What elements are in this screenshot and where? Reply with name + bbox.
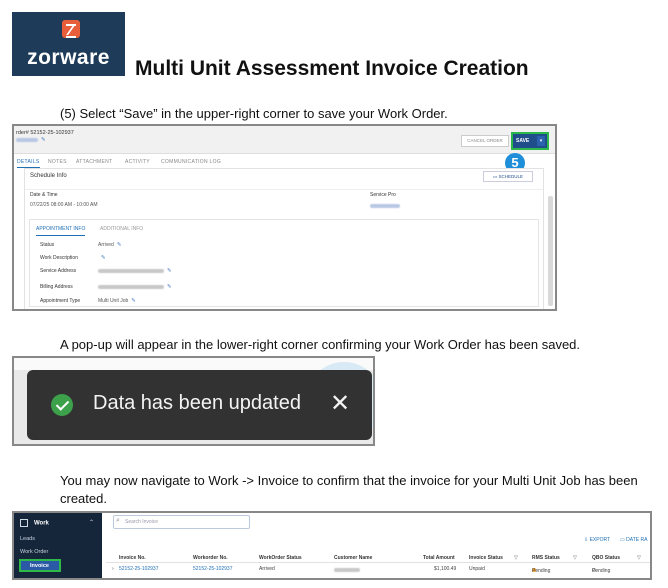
schedule-card: Schedule Info ▭ SCHEDULE Date & Time Ser… <box>24 168 544 309</box>
edit-icon[interactable]: ✎ <box>167 284 172 290</box>
invoice-list-screenshot: Work ⌃ Leads Work Order Invoice Search I… <box>12 511 652 580</box>
filter-icon[interactable]: ▽ <box>573 555 577 561</box>
chevron-up-icon: ⌃ <box>88 520 94 526</box>
appointment-type-value: Multi Unit Job ✎ <box>98 298 136 304</box>
grid-icon <box>20 519 28 527</box>
tab-details[interactable]: DETAILS <box>17 159 40 168</box>
date-range-button[interactable]: ▭ DATE RA <box>620 537 647 543</box>
status-value: Arrived ✎ <box>98 242 122 248</box>
edit-icon[interactable]: ✎ <box>131 298 136 304</box>
sidebar-item-work-order[interactable]: Work Order <box>20 549 48 555</box>
status-label: Status <box>40 242 55 248</box>
zorware-mark-icon <box>62 20 80 38</box>
close-icon[interactable]: ✕ <box>328 392 352 416</box>
date-time-header: Date & Time <box>30 192 58 198</box>
sidebar-item-invoice[interactable]: Invoice <box>19 559 61 572</box>
tab-attachment[interactable]: ATTACHMENT <box>76 159 112 165</box>
col-invoice-no[interactable]: Invoice No. <box>119 555 146 561</box>
invoice-status-cell: Unpaid <box>469 566 485 572</box>
edit-icon[interactable]: ✎ <box>167 268 172 274</box>
chevron-down-icon[interactable]: ▾ <box>537 136 545 146</box>
document-title: Multi Unit Assessment Invoice Creation <box>135 57 529 80</box>
work-description-value: ✎ <box>98 255 106 261</box>
service-address-value: ✎ <box>98 268 172 274</box>
filter-icon[interactable]: ▽ <box>637 555 641 561</box>
edit-icon[interactable]: ✎ <box>117 242 122 248</box>
table-row[interactable]: › 52152-25-102937 52152-25-102937 Arrive… <box>106 564 650 574</box>
instruction-popup: A pop-up will appear in the lower-right … <box>60 337 581 352</box>
col-rms-status[interactable]: RMS Status <box>532 555 560 561</box>
date-time-value: 07/22/25 08:00 AM - 10:00 AM <box>30 202 98 208</box>
logo-wordmark: zorware <box>27 46 110 69</box>
schedule-header-row: Date & Time Service Pro <box>25 189 543 199</box>
col-workorder-no[interactable]: Workorder No. <box>193 555 228 561</box>
service-pro-header: Service Pro <box>370 192 396 198</box>
export-button[interactable]: ⇩ EXPORT <box>584 537 610 543</box>
table-header: Invoice No. Workorder No. WorkOrder Stat… <box>106 553 650 563</box>
tab-notes[interactable]: NOTES <box>48 159 67 165</box>
cancel-order-button[interactable]: CANCEL ORDER <box>461 135 509 147</box>
appointment-type-label: Appointment Type <box>40 298 81 304</box>
edit-icon: ✎ <box>41 137 46 143</box>
total-amount-cell: $1,100.49 <box>434 566 457 572</box>
sidebar-section-work[interactable]: Work ⌃ <box>20 519 96 527</box>
schedule-button[interactable]: ▭ SCHEDULE <box>483 171 533 182</box>
col-invoice-status[interactable]: Invoice Status <box>469 555 503 561</box>
chevron-right-icon[interactable]: › <box>112 566 114 572</box>
work-order-screenshot: rder# 52152-25-102937 ✎ CANCEL ORDER SAV… <box>12 124 557 311</box>
schedule-button-label: SCHEDULE <box>498 174 524 179</box>
tab-appointment-info[interactable]: APPOINTMENT INFO <box>36 226 86 236</box>
workorder-status-cell: Arrived <box>259 566 275 572</box>
tab-communication-log[interactable]: COMMUNICATION LOG <box>161 159 221 165</box>
schedule-value-row: 07/22/25 08:00 AM - 10:00 AM <box>25 200 543 210</box>
col-qbo-status[interactable]: QBO Status <box>592 555 620 561</box>
appointment-panel: APPOINTMENT INFO ADDITIONAL INFO Status … <box>29 219 539 307</box>
scrollbar[interactable] <box>548 196 553 306</box>
col-total-amount[interactable]: Total Amount <box>423 555 455 561</box>
work-description-label: Work Description <box>40 255 78 261</box>
tab-activity[interactable]: ACTIVITY <box>125 159 150 165</box>
billing-address-label: Billing Address <box>40 284 73 290</box>
invoice-no-cell[interactable]: 52152-25-102937 <box>119 566 158 572</box>
sidebar-item-leads[interactable]: Leads <box>20 536 35 542</box>
tab-additional-info[interactable]: ADDITIONAL INFO <box>100 226 143 232</box>
filter-icon[interactable]: ▽ <box>514 555 518 561</box>
billing-address-value: ✎ <box>98 284 172 290</box>
schedule-info-title: Schedule Info <box>30 173 67 179</box>
save-button-label: SAVE <box>516 138 530 144</box>
col-workorder-status[interactable]: WorkOrder Status <box>259 555 302 561</box>
work-order-customer: ✎ <box>16 137 46 143</box>
save-button[interactable]: SAVE ▾ <box>511 132 549 150</box>
toast-screenshot: Data has been updated ✕ <box>12 356 375 446</box>
check-circle-icon <box>51 394 73 416</box>
workorder-no-cell[interactable]: 52152-25-102937 <box>193 566 232 572</box>
toast-message: Data has been updated <box>93 392 301 414</box>
search-input[interactable]: Search Invoice <box>113 515 250 529</box>
success-toast: Data has been updated ✕ <box>27 370 372 440</box>
work-order-header: rder# 52152-25-102937 ✎ CANCEL ORDER SAV… <box>14 126 555 154</box>
col-customer-name[interactable]: Customer Name <box>334 555 372 561</box>
work-order-number: rder# 52152-25-102937 <box>16 130 74 136</box>
instruction-step5: (5) Select “Save” in the upper-right cor… <box>60 106 448 121</box>
instruction-navigate: You may now navigate to Work -> Invoice … <box>60 473 638 506</box>
service-address-label: Service Address <box>40 268 77 274</box>
edit-icon[interactable]: ✎ <box>101 255 106 261</box>
sidebar: Work ⌃ Leads Work Order Invoice <box>14 513 102 578</box>
zorware-logo: zorware <box>12 12 125 76</box>
